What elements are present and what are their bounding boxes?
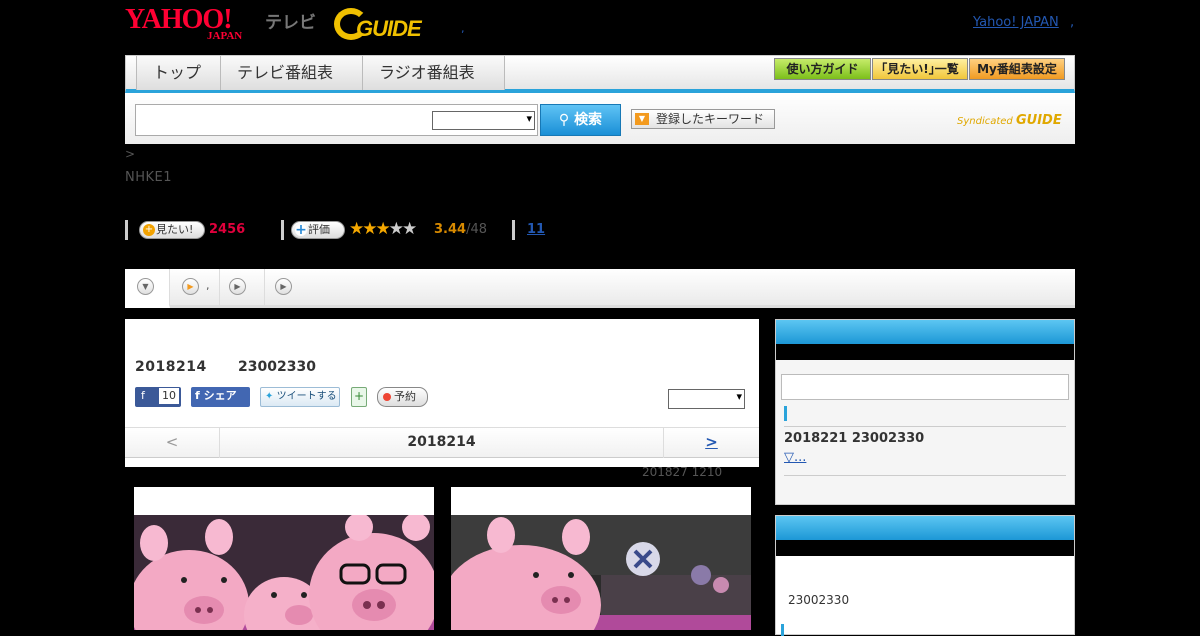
nav-tab-tv-guide[interactable]: テレビ番組表 (220, 56, 363, 90)
facebook-like-button[interactable]: f 10 (135, 387, 181, 407)
facebook-share-label: シェア (203, 389, 237, 402)
plus-icon: + (295, 222, 307, 238)
subtab-detail[interactable]: ▼ (125, 269, 170, 308)
sidebar-panel-subheader (776, 540, 1074, 556)
gguide-logo[interactable]: GUIDE (334, 6, 434, 42)
pager-prev[interactable]: < (125, 428, 220, 458)
breadcrumb[interactable]: > (125, 147, 135, 161)
sidebar-search-input[interactable] (781, 374, 1069, 400)
pager-current-date: 2018214 (407, 434, 476, 450)
reserve-label: 予約 (394, 390, 416, 403)
reserve-button[interactable]: 予約 (377, 387, 428, 407)
chevron-down-icon: ▼ (137, 278, 154, 295)
program-image-pig-x (451, 515, 751, 630)
program-image-pigs (134, 515, 434, 630)
divider (281, 220, 284, 240)
subtab-4[interactable]: ▶ (265, 269, 310, 305)
add-calendar-icon[interactable]: + (351, 387, 367, 407)
section-marker (781, 624, 784, 636)
updated-timestamp: 201827 1210 (642, 465, 723, 479)
star-icon: ★ (349, 219, 364, 239)
tweet-button[interactable]: ✦ ツイートする (260, 387, 340, 407)
header-separator: , (461, 22, 465, 35)
syndicated-label: Syndicated (957, 116, 1013, 127)
my-guide-settings-button[interactable]: My番組表設定 (969, 58, 1065, 80)
miru-button[interactable]: + 見たい! (139, 221, 205, 239)
saved-keywords-button[interactable]: ▼ 登録したキーワード (631, 109, 775, 129)
facebook-icon: f (141, 389, 145, 402)
rating-stars: ★★★★★ (349, 219, 417, 239)
divider (784, 426, 1066, 427)
search-icon: ⚲ (558, 112, 570, 128)
subtab-2-label: , (206, 279, 210, 292)
syndicated-gguide-logo: Syndicated GUIDE (957, 113, 1062, 128)
nav-tab-radio-guide[interactable]: ラジオ番組表 (362, 56, 505, 90)
sidebar-panel-related: 2018221 23002330 ▽... (775, 319, 1075, 505)
channel-name: NHKE1 (125, 170, 173, 185)
program-date: 2018214 (135, 359, 207, 375)
program-stats: + 見たい! 2456 + 評価 ★★★★★ 3.44/48 11 (125, 219, 625, 242)
yahoo-japan-link[interactable]: Yahoo! JAPAN (973, 15, 1059, 30)
miru-count: 2456 (209, 222, 246, 237)
search-bar: ⚲ 検索 ▼ 登録したキーワード Syndicated GUIDE (125, 93, 1075, 144)
star-icon: ★ (388, 219, 404, 239)
date-pager: < 2018214 > (125, 427, 759, 458)
syndicated-logo-text: GUIDE (1015, 113, 1062, 128)
sidebar-panel-header (776, 320, 1074, 344)
divider (512, 220, 515, 240)
yahoo-logo-sub: JAPAN (207, 30, 243, 42)
program-detail-panel: 2018214 23002330 f 10 f シェア ✦ ツイートする + 予… (125, 319, 759, 467)
more-link[interactable]: ▽... (784, 450, 806, 465)
tweet-label: ツイートする (276, 391, 337, 402)
usage-guide-button[interactable]: 使い方ガイド (774, 58, 871, 80)
subtab-2[interactable]: ▶ , (170, 269, 220, 305)
rating-score: 3.44/48 (434, 222, 487, 237)
rating-score-total: /48 (466, 222, 487, 237)
yahoo-japan-link-separator: , (1070, 15, 1075, 30)
gguide-logo-text: GUIDE (356, 16, 422, 41)
sidebar-panel-subheader (776, 344, 1074, 360)
search-category-select[interactable] (432, 111, 535, 130)
search-button[interactable]: ⚲ 検索 (540, 104, 621, 136)
triangle-down-icon: ▼ (635, 113, 649, 125)
next-episode-datetime: 2018221 23002330 (784, 431, 925, 446)
facebook-like-count: 10 (159, 388, 179, 404)
star-icon: ★ (375, 219, 391, 239)
yahoo-japan-logo[interactable]: YAHOO! JAPAN (125, 4, 263, 43)
schedule-time: 23002330 (788, 593, 850, 607)
rate-label: 評価 (308, 223, 330, 236)
facebook-icon: f (195, 389, 200, 402)
miru-label: 見たい! (156, 223, 194, 236)
divider (125, 220, 128, 240)
star-icon: ★ (362, 219, 377, 239)
tv-label: テレビ (265, 13, 316, 33)
watchlist-button[interactable]: ｢見たい!｣一覧 (872, 58, 968, 80)
subtab-3[interactable]: ▶ (220, 269, 265, 305)
sidebar-panel-schedule: 23002330 (775, 515, 1075, 636)
nav-tab-top[interactable]: トップ (136, 56, 221, 90)
rating-score-value: 3.44 (434, 222, 467, 237)
saved-keywords-label: 登録したキーワード (656, 112, 765, 126)
sub-tabs: ▼ ▶ , ▶ ▶ (125, 269, 1075, 308)
star-icon: ★ (402, 219, 417, 239)
twitter-icon: ✦ (265, 391, 274, 402)
plus-icon: + (143, 224, 155, 236)
program-image-card[interactable] (134, 487, 434, 630)
divider (784, 475, 1066, 476)
program-time: 23002330 (238, 359, 316, 375)
program-image-card[interactable] (451, 487, 751, 630)
pager-next[interactable]: > (663, 428, 759, 458)
rate-button[interactable]: + 評価 (291, 221, 345, 239)
program-select[interactable] (668, 389, 745, 409)
main-nav: トップ テレビ番組表 ラジオ番組表 使い方ガイド ｢見たい!｣一覧 My番組表設… (125, 55, 1075, 93)
reviews-count-link[interactable]: 11 (527, 222, 545, 237)
play-icon: ▶ (229, 278, 246, 295)
search-button-label: 検索 (574, 112, 603, 128)
play-icon: ▶ (275, 278, 292, 295)
section-marker (784, 406, 787, 421)
yahoo-logo-text: YAHOO! (125, 4, 233, 35)
facebook-share-button[interactable]: f シェア (191, 387, 250, 407)
sidebar-panel-header (776, 516, 1074, 540)
play-icon: ▶ (182, 278, 199, 295)
